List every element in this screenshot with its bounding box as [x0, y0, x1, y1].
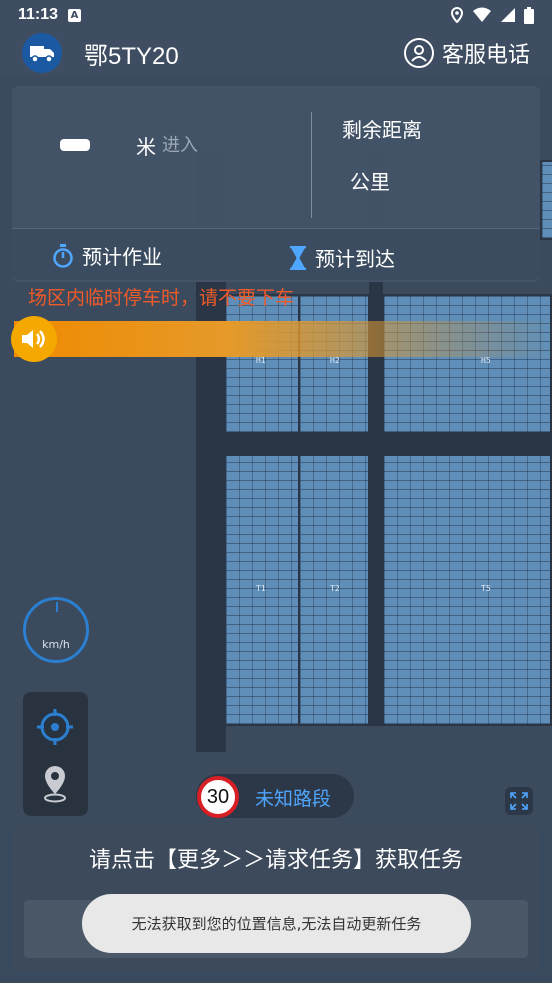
eta-arrive-label: 预计到达 — [315, 247, 395, 271]
speaker-icon — [22, 330, 45, 348]
eta-row: 预计作业 预计到达 — [12, 228, 540, 280]
speed-unit: km/h — [42, 638, 70, 651]
navigation-panel: 米 进入 剩余距离 公里 预计作业 预计到达 — [12, 86, 540, 282]
eta-work-label: 预计作业 — [82, 245, 162, 269]
location-pin-icon — [44, 766, 66, 803]
parking-warning: 场区内临时停车时，请不要下车 — [28, 287, 295, 309]
eta-arrive: 预计到达 — [289, 243, 395, 272]
speed-limit-sign: 30 — [197, 776, 239, 818]
location-toast: 无法获取到您的位置信息,无法自动更新任务 — [82, 894, 471, 953]
user-icon — [403, 38, 434, 68]
audio-broadcast-bar — [14, 321, 552, 357]
map-controls — [23, 692, 88, 816]
wifi-icon — [473, 7, 491, 22]
app-header: 鄂5TY20 客服电话 — [0, 30, 552, 76]
status-icons — [450, 6, 534, 24]
stopwatch-icon — [53, 243, 73, 268]
eta-work: 预计作业 — [52, 241, 162, 270]
clock: 11:13 — [18, 6, 59, 23]
dash-icon — [60, 139, 90, 151]
distance-unit: 米 — [136, 135, 156, 159]
remaining-distance-unit: 公里 — [350, 170, 390, 194]
hourglass-icon — [290, 245, 306, 270]
divider — [311, 112, 312, 218]
next-maneuver: 米 进入 — [12, 86, 312, 228]
remaining-distance-label: 剩余距离 — [342, 118, 422, 142]
truck-icon[interactable] — [22, 33, 62, 73]
expand-icon — [510, 792, 528, 810]
locate-button[interactable] — [36, 708, 74, 746]
status-bar: 11:13 A — [0, 0, 552, 30]
speaker-button[interactable] — [11, 316, 57, 362]
zone-label: T2 — [330, 584, 340, 593]
speedometer: km/h — [23, 597, 89, 663]
location-icon — [450, 7, 464, 23]
zone-label: T1 — [256, 584, 266, 593]
road-name: 未知路段 — [255, 788, 332, 810]
task-prompt: 请点击【更多＞＞请求任务】获取任务 — [88, 848, 463, 873]
zone-label: H5 — [481, 356, 491, 365]
map-block-h5 — [382, 294, 552, 434]
enter-label: 进入 — [162, 135, 198, 156]
customer-service-label: 客服电话 — [441, 43, 530, 68]
zone-label: H1 — [256, 356, 266, 365]
battery-icon — [524, 6, 534, 24]
map-block-edge — [540, 160, 552, 240]
map-block-t5 — [382, 454, 552, 726]
customer-service-button[interactable]: 客服电话 — [403, 37, 530, 69]
speedometer-needle — [56, 602, 58, 612]
plate-number: 鄂5TY20 — [84, 42, 179, 70]
zone-label: T5 — [481, 584, 491, 593]
fullscreen-button[interactable] — [505, 787, 533, 815]
notification-a-icon: A — [68, 8, 82, 22]
location-pin-button[interactable] — [40, 764, 70, 804]
signal-icon — [501, 8, 515, 22]
crosshair-icon — [37, 709, 73, 745]
zone-label: H2 — [330, 356, 340, 365]
